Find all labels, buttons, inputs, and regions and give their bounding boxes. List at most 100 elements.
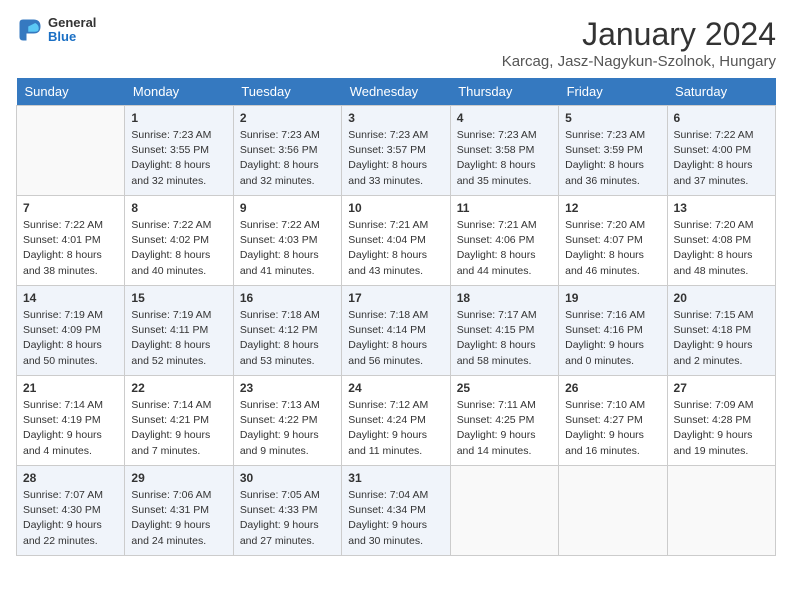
day-info: Sunrise: 7:22 AMSunset: 4:00 PMDaylight:… xyxy=(674,128,769,189)
calendar-cell xyxy=(17,106,125,196)
day-info: Sunrise: 7:21 AMSunset: 4:06 PMDaylight:… xyxy=(457,218,552,279)
day-number: 26 xyxy=(565,381,660,395)
day-info: Sunrise: 7:17 AMSunset: 4:15 PMDaylight:… xyxy=(457,308,552,369)
calendar-cell: 7 Sunrise: 7:22 AMSunset: 4:01 PMDaylight… xyxy=(17,196,125,286)
calendar-week-3: 14Sunrise: 7:19 AMSunset: 4:09 PMDayligh… xyxy=(17,286,776,376)
day-number: 30 xyxy=(240,471,335,485)
day-number: 13 xyxy=(674,201,769,215)
calendar-cell xyxy=(559,466,667,556)
day-number: 31 xyxy=(348,471,443,485)
day-number: 12 xyxy=(565,201,660,215)
calendar-cell: 13Sunrise: 7:20 AMSunset: 4:08 PMDayligh… xyxy=(667,196,775,286)
day-info: Sunrise: 7:14 AMSunset: 4:21 PMDaylight:… xyxy=(131,398,226,459)
calendar-cell: 12 Sunrise: 7:20 AMSunset: 4:07 PMDayligh… xyxy=(559,196,667,286)
day-number: 16 xyxy=(240,291,335,305)
calendar-cell: 2Sunrise: 7:23 AMSunset: 3:56 PMDaylight… xyxy=(233,106,341,196)
day-number: 24 xyxy=(348,381,443,395)
logo-general: General xyxy=(48,16,96,30)
day-number: 11 xyxy=(457,201,552,215)
logo-text: General Blue xyxy=(48,16,96,45)
day-info: Sunrise: 7:14 AMSunset: 4:19 PMDaylight:… xyxy=(23,398,118,459)
day-info: Sunrise: 7:23 AMSunset: 3:55 PMDaylight:… xyxy=(131,128,226,189)
day-number: 22 xyxy=(131,381,226,395)
day-number: 23 xyxy=(240,381,335,395)
calendar-cell: 19 Sunrise: 7:16 AMSunset: 4:16 PMDayligh… xyxy=(559,286,667,376)
logo-blue: Blue xyxy=(48,30,96,44)
day-info: Sunrise: 7:05 AMSunset: 4:33 PMDaylight:… xyxy=(240,488,335,549)
day-number: 9 xyxy=(240,201,335,215)
day-info: Sunrise: 7:11 AMSunset: 4:25 PMDaylight:… xyxy=(457,398,552,459)
weekday-header-saturday: Saturday xyxy=(667,78,775,106)
day-number: 2 xyxy=(240,111,335,125)
day-info: Sunrise: 7:22 AMSunset: 4:01 PMDaylight:… xyxy=(23,218,118,279)
calendar-cell: 25 Sunrise: 7:11 AMSunset: 4:25 PMDayligh… xyxy=(450,376,558,466)
day-info: Sunrise: 7:20 AMSunset: 4:07 PMDaylight:… xyxy=(565,218,660,279)
calendar-cell xyxy=(667,466,775,556)
day-number: 10 xyxy=(348,201,443,215)
day-info: Sunrise: 7:16 AMSunset: 4:16 PMDaylight:… xyxy=(565,308,660,369)
calendar-cell: 1Sunrise: 7:23 AMSunset: 3:55 PMDaylight… xyxy=(125,106,233,196)
day-number: 14 xyxy=(23,291,118,305)
logo: General Blue xyxy=(16,16,96,45)
day-number: 28 xyxy=(23,471,118,485)
day-number: 21 xyxy=(23,381,118,395)
day-number: 20 xyxy=(674,291,769,305)
calendar-cell: 29Sunrise: 7:06 AMSunset: 4:31 PMDayligh… xyxy=(125,466,233,556)
day-number: 19 xyxy=(565,291,660,305)
calendar-week-1: 1Sunrise: 7:23 AMSunset: 3:55 PMDaylight… xyxy=(17,106,776,196)
day-number: 17 xyxy=(348,291,443,305)
calendar-week-4: 21 Sunrise: 7:14 AMSunset: 4:19 PMDayligh… xyxy=(17,376,776,466)
calendar-cell: 24 Sunrise: 7:12 AMSunset: 4:24 PMDayligh… xyxy=(342,376,450,466)
calendar-cell: 8Sunrise: 7:22 AMSunset: 4:02 PMDaylight… xyxy=(125,196,233,286)
day-number: 8 xyxy=(131,201,226,215)
day-number: 4 xyxy=(457,111,552,125)
calendar-week-2: 7 Sunrise: 7:22 AMSunset: 4:01 PMDaylight… xyxy=(17,196,776,286)
day-number: 6 xyxy=(674,111,769,125)
weekday-header-thursday: Thursday xyxy=(450,78,558,106)
calendar-cell: 20 Sunrise: 7:15 AMSunset: 4:18 PMDayligh… xyxy=(667,286,775,376)
calendar-cell: 27 Sunrise: 7:09 AMSunset: 4:28 PMDayligh… xyxy=(667,376,775,466)
calendar-cell: 10 Sunrise: 7:21 AMSunset: 4:04 PMDayligh… xyxy=(342,196,450,286)
title-block: January 2024 Karcag, Jasz-Nagykun-Szolno… xyxy=(502,16,776,70)
calendar-cell: 11 Sunrise: 7:21 AMSunset: 4:06 PMDayligh… xyxy=(450,196,558,286)
calendar-week-5: 28 Sunrise: 7:07 AMSunset: 4:30 PMDayligh… xyxy=(17,466,776,556)
calendar-table: SundayMondayTuesdayWednesdayThursdayFrid… xyxy=(16,78,776,556)
page-title: January 2024 xyxy=(502,16,776,53)
day-number: 27 xyxy=(674,381,769,395)
day-number: 15 xyxy=(131,291,226,305)
calendar-cell: 21 Sunrise: 7:14 AMSunset: 4:19 PMDayligh… xyxy=(17,376,125,466)
day-info: Sunrise: 7:23 AMSunset: 3:59 PMDaylight:… xyxy=(565,128,660,189)
day-info: Sunrise: 7:07 AMSunset: 4:30 PMDaylight:… xyxy=(23,488,118,549)
day-number: 5 xyxy=(565,111,660,125)
weekday-header-wednesday: Wednesday xyxy=(342,78,450,106)
day-number: 18 xyxy=(457,291,552,305)
weekday-header-row: SundayMondayTuesdayWednesdayThursdayFrid… xyxy=(17,78,776,106)
day-info: Sunrise: 7:19 AMSunset: 4:11 PMDaylight:… xyxy=(131,308,226,369)
day-number: 3 xyxy=(348,111,443,125)
calendar-cell: 23 Sunrise: 7:13 AMSunset: 4:22 PMDayligh… xyxy=(233,376,341,466)
day-info: Sunrise: 7:09 AMSunset: 4:28 PMDaylight:… xyxy=(674,398,769,459)
calendar-cell: 9Sunrise: 7:22 AMSunset: 4:03 PMDaylight… xyxy=(233,196,341,286)
calendar-cell: 16 Sunrise: 7:18 AMSunset: 4:12 PMDayligh… xyxy=(233,286,341,376)
day-info: Sunrise: 7:21 AMSunset: 4:04 PMDaylight:… xyxy=(348,218,443,279)
calendar-cell: 5 Sunrise: 7:23 AMSunset: 3:59 PMDaylight… xyxy=(559,106,667,196)
page-subtitle: Karcag, Jasz-Nagykun-Szolnok, Hungary xyxy=(502,53,776,70)
weekday-header-tuesday: Tuesday xyxy=(233,78,341,106)
day-info: Sunrise: 7:12 AMSunset: 4:24 PMDaylight:… xyxy=(348,398,443,459)
day-number: 25 xyxy=(457,381,552,395)
day-info: Sunrise: 7:23 AMSunset: 3:58 PMDaylight:… xyxy=(457,128,552,189)
page-header: General Blue January 2024 Karcag, Jasz-N… xyxy=(16,16,776,70)
calendar-cell: 3Sunrise: 7:23 AMSunset: 3:57 PMDaylight… xyxy=(342,106,450,196)
day-info: Sunrise: 7:18 AMSunset: 4:12 PMDaylight:… xyxy=(240,308,335,369)
weekday-header-friday: Friday xyxy=(559,78,667,106)
day-number: 7 xyxy=(23,201,118,215)
calendar-cell: 18 Sunrise: 7:17 AMSunset: 4:15 PMDayligh… xyxy=(450,286,558,376)
calendar-cell: 30 Sunrise: 7:05 AMSunset: 4:33 PMDayligh… xyxy=(233,466,341,556)
calendar-cell: 22 Sunrise: 7:14 AMSunset: 4:21 PMDayligh… xyxy=(125,376,233,466)
day-info: Sunrise: 7:13 AMSunset: 4:22 PMDaylight:… xyxy=(240,398,335,459)
calendar-cell: 4 Sunrise: 7:23 AMSunset: 3:58 PMDaylight… xyxy=(450,106,558,196)
calendar-cell: 15 Sunrise: 7:19 AMSunset: 4:11 PMDayligh… xyxy=(125,286,233,376)
day-info: Sunrise: 7:15 AMSunset: 4:18 PMDaylight:… xyxy=(674,308,769,369)
calendar-cell: 31Sunrise: 7:04 AMSunset: 4:34 PMDayligh… xyxy=(342,466,450,556)
day-info: Sunrise: 7:10 AMSunset: 4:27 PMDaylight:… xyxy=(565,398,660,459)
